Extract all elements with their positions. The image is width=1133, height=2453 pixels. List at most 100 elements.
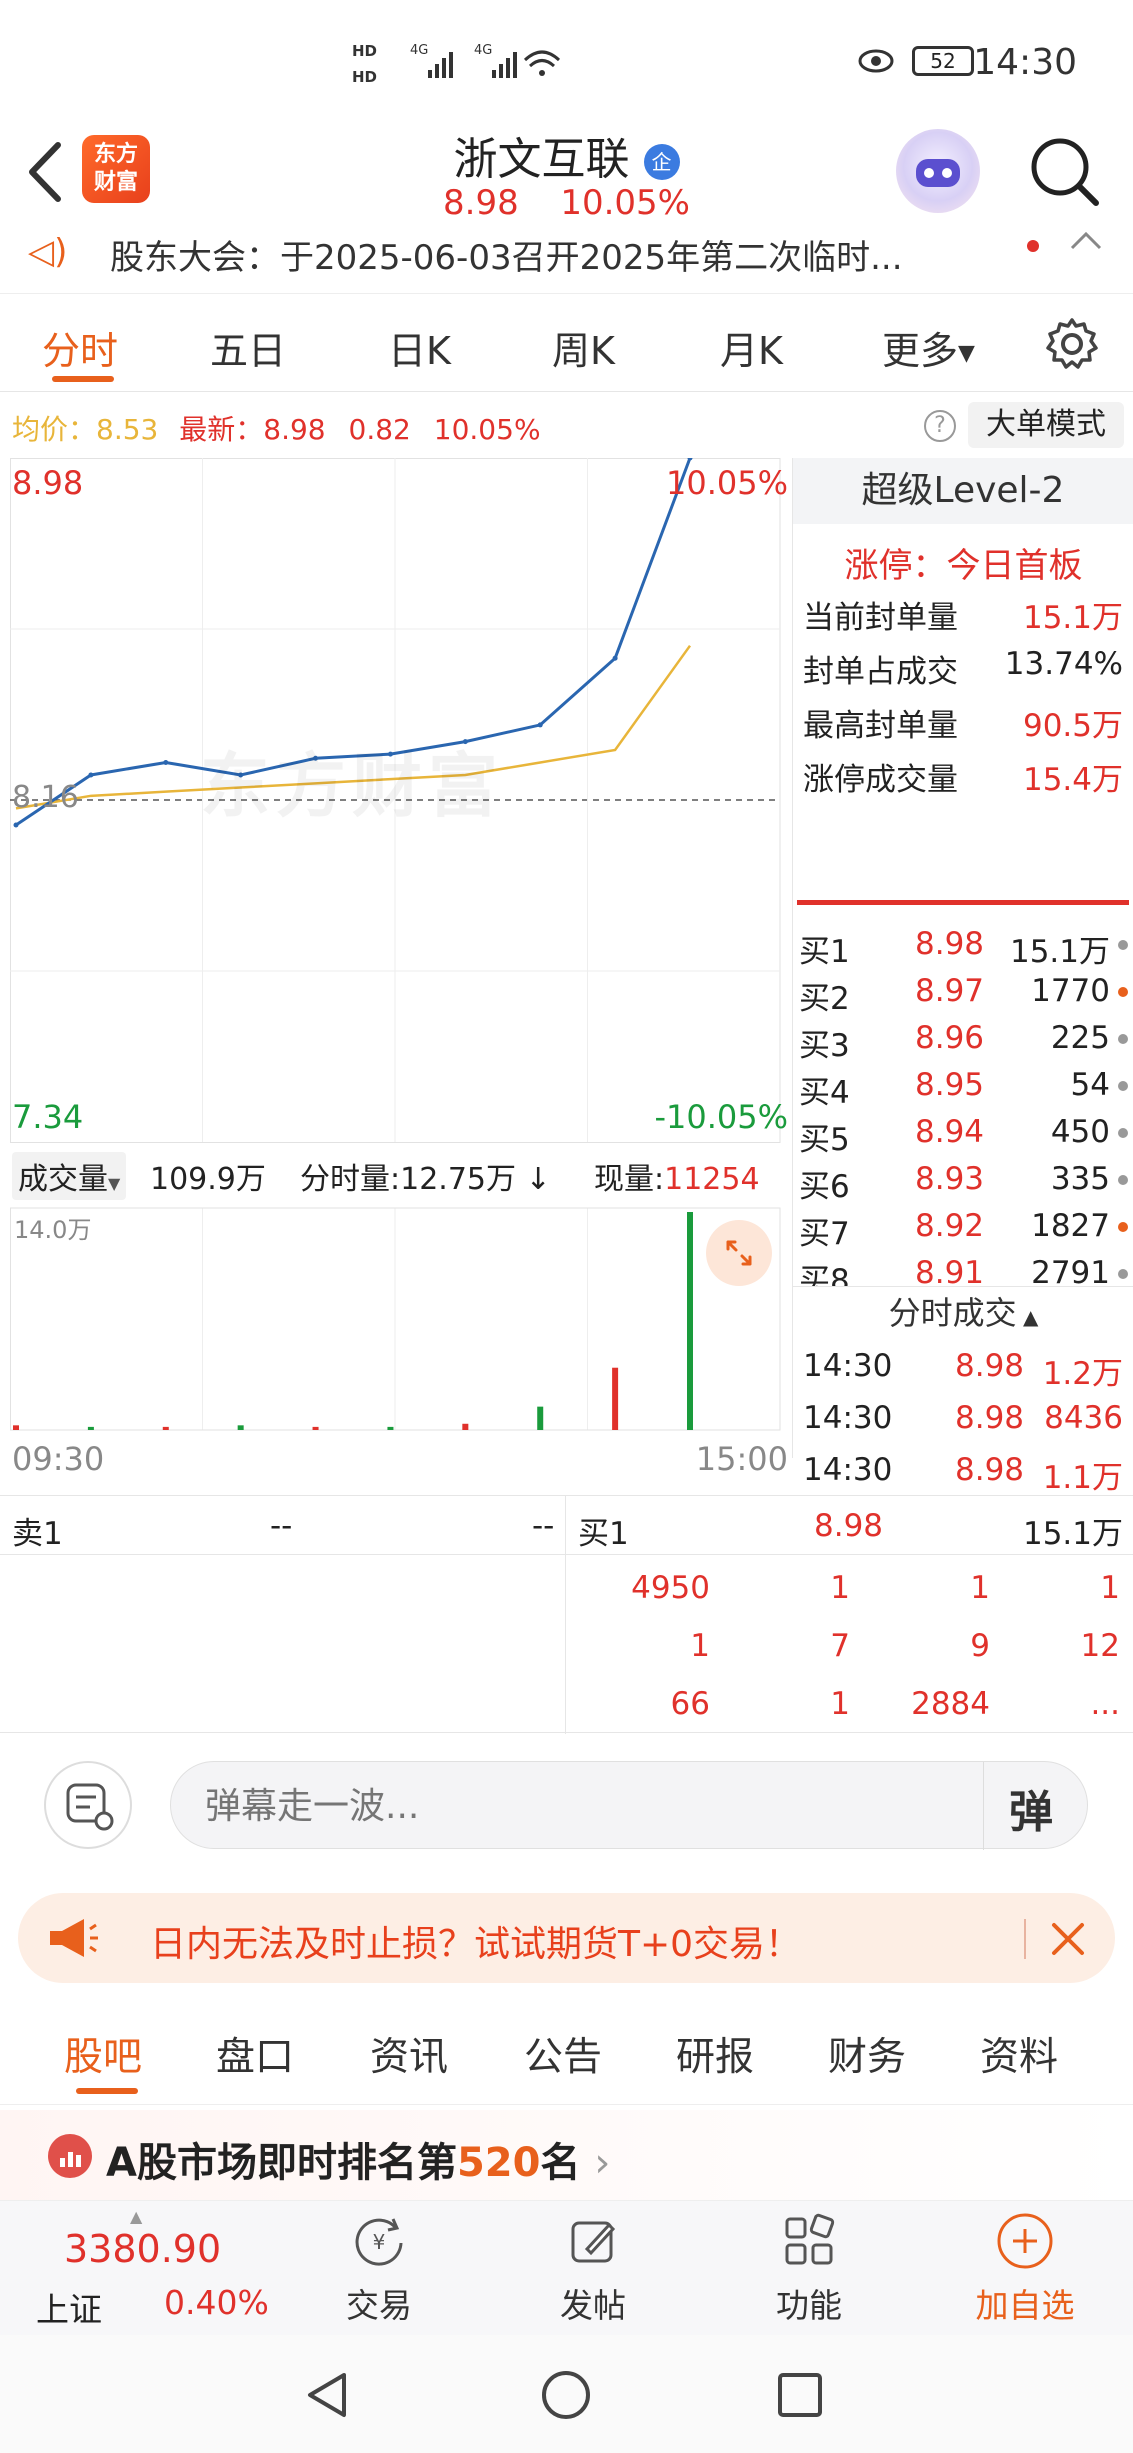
tab-active-indicator [52, 376, 114, 382]
danmu-divider [983, 1762, 984, 1850]
tab-more[interactable]: 更多▼ [882, 320, 975, 375]
bid-label: 买6 [799, 1169, 850, 1205]
price-point [88, 772, 94, 778]
tick-title: 分时成交 [888, 1294, 1017, 1332]
post-label: 发帖 [560, 2286, 626, 2325]
price-low-label: 7.34 [12, 1098, 84, 1136]
tab-news[interactable]: 资讯 [370, 2026, 448, 2082]
level2-row-label: 最高封单量 [803, 708, 958, 744]
tab-week-k[interactable]: 周K [552, 320, 615, 375]
big-order-mode-button[interactable]: 大单模式 [968, 402, 1124, 448]
bid-dot [1118, 1222, 1128, 1232]
nav-recents-icon[interactable] [774, 2369, 826, 2425]
level2-row-label: 封单占成交 [803, 654, 958, 690]
stock-name: 浙文互联 [453, 134, 630, 185]
post-button[interactable]: 发帖 [518, 2211, 668, 2327]
tab-quote-book[interactable]: 盘口 [216, 2026, 294, 2082]
level2-row-value: 15.1万 [1022, 600, 1123, 636]
queue-cell: 66 [670, 1686, 710, 1722]
stock-header: 东方 财富 浙文互联 企 8.98 10.05% [0, 115, 1133, 235]
tab-month-k[interactable]: 月K [720, 320, 783, 375]
comment-settings-button[interactable] [44, 1761, 132, 1849]
tab-research[interactable]: 研报 [676, 2026, 754, 2082]
market-rank-banner[interactable]: A股市场即时排名第520名 › [0, 2110, 1133, 2202]
latest-change-pct: 10.05% [433, 413, 541, 446]
latest-label: 最新： [179, 413, 264, 446]
avg-label: 均价： [12, 413, 97, 446]
minute-volume: 分时量:12.75万 ↓ [300, 1154, 551, 1198]
index-ticker[interactable]: ▲ 3380.90 上证 0.40% [0, 2201, 290, 2336]
tick-time: 14:30 [803, 1452, 893, 1488]
tick-price: 8.98 [955, 1452, 1025, 1488]
volume-header: 成交量▼ 109.9万 分时量:12.75万 ↓ 现量:11254 [10, 1148, 790, 1200]
tick-price: 8.98 [955, 1348, 1025, 1384]
system-nav-bar [0, 2335, 1133, 2453]
watermark: 东方财富 [200, 745, 504, 827]
tab-day-k[interactable]: 日K [388, 320, 451, 375]
notice-bar[interactable]: ◁) 股东大会：于2025-06-03召开2025年第二次临时... [0, 228, 1133, 294]
notice-close-icon[interactable] [1066, 228, 1106, 268]
chevron-right-icon: › [594, 2140, 611, 2186]
bid-row: 买2 8.97 1770 [799, 973, 1128, 1019]
index-value: 3380.90 [64, 2227, 222, 2271]
search-icon[interactable] [1028, 135, 1102, 213]
bid-dot [1118, 1269, 1128, 1279]
queue-cell: 12 [1080, 1628, 1120, 1664]
sell-1-qty: -- [532, 1508, 555, 1544]
bid-dot [1118, 1128, 1128, 1138]
eye-icon [858, 48, 894, 78]
help-icon[interactable]: ? [924, 410, 956, 442]
trade-button[interactable]: ¥ 交易 [304, 2211, 454, 2327]
rank-number: 520 [456, 2140, 541, 2186]
queue-cell: 1 [1100, 1570, 1120, 1606]
expand-icon[interactable] [706, 1220, 772, 1286]
intraday-chart[interactable]: 8.98 10.05% 8.16 7.34 -10.05% 东方财富 成交量▼ … [10, 458, 790, 1478]
tick-header[interactable]: 分时成交 ▲ [793, 1286, 1133, 1338]
buy-1-label: 买1 [578, 1516, 629, 1552]
settings-gear-icon[interactable] [1044, 316, 1100, 376]
avg-value: 8.53 [96, 413, 159, 446]
bid-dot [1118, 987, 1128, 997]
svg-text:¥: ¥ [373, 2230, 386, 2254]
svg-text:4G: 4G [410, 43, 428, 58]
notice-text: 股东大会：于2025-06-03召开2025年第二次临时... [110, 238, 903, 278]
content-tabs: 股吧 盘口 资讯 公告 研报 财务 资料 [0, 2000, 1133, 2105]
promo-close-icon[interactable] [1040, 1911, 1096, 1971]
edit-icon [571, 2221, 616, 2263]
latest-value: 8.98 [263, 413, 326, 446]
tab-announcements[interactable]: 公告 [524, 2026, 602, 2082]
add-watchlist-button[interactable]: 加自选 [950, 2211, 1100, 2327]
tab-finance[interactable]: 财务 [828, 2026, 906, 2082]
current-volume-value: 11254 [664, 1162, 760, 1197]
robot-assistant-icon[interactable] [896, 129, 980, 213]
queue-cell: ... [1090, 1686, 1120, 1722]
danmu-toggle-button[interactable]: 弹 [1009, 1776, 1053, 1840]
bid-label: 买4 [799, 1075, 850, 1111]
down-arrow-icon: ↓ [516, 1162, 551, 1197]
trade-icon: ¥ [355, 2218, 403, 2266]
time-start-label: 09:30 [12, 1440, 105, 1478]
tick-vol: 8436 [1044, 1400, 1123, 1436]
features-button[interactable]: 功能 [734, 2211, 884, 2327]
futures-promo-banner[interactable]: 日内无法及时止损？试试期货T+0交易！ [18, 1893, 1115, 1983]
volume-bar [687, 1212, 693, 1430]
tab-five-day[interactable]: 五日 [210, 320, 286, 375]
orderbook-hline [0, 1554, 1133, 1555]
tick-row: 14:30 8.98 1.1万 [803, 1452, 1123, 1492]
danmu-input[interactable]: 弹 [170, 1761, 1088, 1850]
sell-1-label: 卖1 [12, 1516, 63, 1552]
tick-time: 14:30 [803, 1348, 893, 1384]
features-label: 功能 [776, 2286, 842, 2325]
limit-up-label: 涨停：今日首板 [844, 546, 1083, 586]
volume-bar [87, 1426, 94, 1430]
tab-profile[interactable]: 资料 [980, 2026, 1058, 2082]
level2-title[interactable]: 超级Level-2 [793, 458, 1133, 524]
danmu-input-field[interactable] [205, 1780, 945, 1832]
nav-back-icon[interactable] [300, 2367, 356, 2427]
volume-type-select[interactable]: 成交量▼ [12, 1152, 127, 1200]
nav-home-icon[interactable] [538, 2367, 594, 2427]
latest-change: 0.82 [348, 413, 411, 446]
tab-intraday[interactable]: 分时 [42, 320, 118, 375]
volume-bar [237, 1425, 244, 1430]
tab-forum[interactable]: 股吧 [64, 2026, 142, 2082]
